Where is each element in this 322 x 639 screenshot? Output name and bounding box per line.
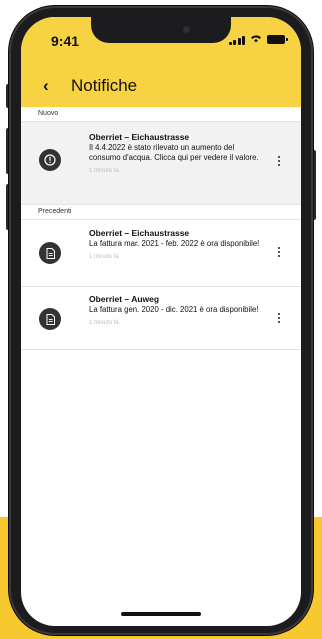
alert-icon <box>39 149 61 171</box>
status-time: 9:41 <box>51 33 80 49</box>
back-arrow-icon[interactable]: ‹ <box>43 76 49 96</box>
section-label-previous: Precedenti <box>21 205 301 220</box>
notification-body: La fattura mar. 2021 - feb. 2022 è ora d… <box>89 239 260 248</box>
notification-time: 1 minuto fa <box>89 320 119 326</box>
wifi-icon <box>250 34 262 45</box>
signal-icon <box>228 35 245 45</box>
notification-text: Oberriet – Eichaustrasse La fattura mar.… <box>89 228 264 260</box>
notification-title: Oberriet – Auweg <box>89 294 160 304</box>
notification-time: 1 minuto fa <box>89 254 119 260</box>
notification-item[interactable]: Oberriet – Auweg La fattura gen. 2020 - … <box>21 287 301 350</box>
section-label-new: Nuovo <box>21 107 301 122</box>
notification-body: La fattura gen. 2020 - dic. 2021 è ora d… <box>89 305 259 314</box>
more-options-icon[interactable] <box>275 313 283 323</box>
notification-body: Il 4.4.2022 è stato rilevato un aumento … <box>89 143 259 162</box>
notifications-list: Nuovo Oberriet – Eichaustrasse Il 4.4.20… <box>21 107 301 350</box>
camera-icon <box>183 26 190 33</box>
notification-text: Oberriet – Auweg La fattura gen. 2020 - … <box>89 294 264 326</box>
battery-icon <box>267 35 288 44</box>
phone-screen: 9:41 ‹ Notifiche Nuovo Oberriet – Eichau… <box>21 17 301 626</box>
home-indicator[interactable] <box>121 612 201 616</box>
notification-title: Oberriet – Eichaustrasse <box>89 228 190 238</box>
notification-time: 1 minuto fa <box>89 168 119 174</box>
notification-item[interactable]: Oberriet – Eichaustrasse Il 4.4.2022 è s… <box>21 122 301 205</box>
status-icons <box>228 34 288 45</box>
page-title: Notifiche <box>71 76 138 95</box>
more-options-icon[interactable] <box>275 156 283 166</box>
app-header: 9:41 ‹ Notifiche <box>21 17 301 107</box>
document-icon <box>39 308 61 330</box>
document-icon <box>39 242 61 264</box>
notch <box>91 17 231 43</box>
notification-text: Oberriet – Eichaustrasse Il 4.4.2022 è s… <box>89 132 264 174</box>
notification-item[interactable]: Oberriet – Eichaustrasse La fattura mar.… <box>21 220 301 287</box>
notification-title: Oberriet – Eichaustrasse <box>89 132 190 142</box>
more-options-icon[interactable] <box>275 247 283 257</box>
